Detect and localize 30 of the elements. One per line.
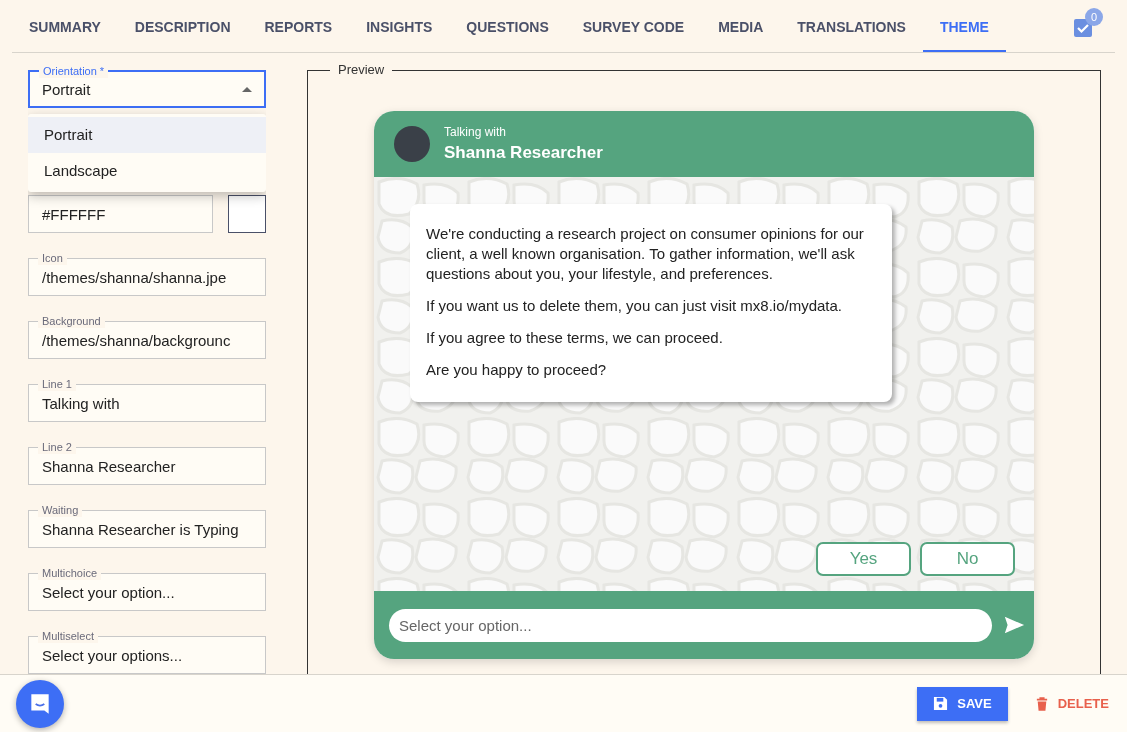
message-text: If you want us to delete them, you can just visit mx8.io/mydata. xyxy=(426,296,844,316)
count-badge: 0 xyxy=(1085,8,1103,26)
tab[interactable]: TRANSLATIONS xyxy=(780,4,923,52)
header-title: Shanna Researcher xyxy=(444,143,603,163)
header-subtitle: Talking with xyxy=(444,125,508,139)
checkbox-icon[interactable] xyxy=(1073,18,1093,38)
tab[interactable]: INSIGHTS xyxy=(349,4,450,52)
message-input[interactable]: Select your option... xyxy=(389,608,992,642)
menu-item[interactable]: Portrait xyxy=(28,117,266,153)
tab[interactable]: QUESTIONS xyxy=(449,4,566,52)
save-icon xyxy=(933,696,949,711)
chat-launcher-button[interactable] xyxy=(16,679,64,728)
menu-item[interactable]: Landscape xyxy=(28,153,266,189)
color-swatch[interactable] xyxy=(228,195,266,233)
trash-icon xyxy=(1035,696,1048,711)
message-text: If you agree to these terms, we can proceed. xyxy=(426,328,724,348)
tab[interactable]: THEME xyxy=(922,4,1006,52)
save-button[interactable]: SAVE xyxy=(917,686,1008,721)
tab[interactable]: MEDIA xyxy=(701,4,781,52)
tab[interactable]: REPORTS xyxy=(247,4,350,52)
tab[interactable]: SUMMARY xyxy=(12,4,118,52)
message-text: We're conducting a research project on consumer opinions for our client, a well known organisation. To gather information, we'll ask questions about you, your lifestyle, and preferences. xyxy=(426,224,865,284)
tab[interactable]: DESCRIPTION xyxy=(117,4,248,52)
send-icon[interactable] xyxy=(1002,614,1026,636)
avatar xyxy=(394,126,430,162)
caret-icon xyxy=(242,86,252,92)
message-text: Are you happy to proceed? xyxy=(426,360,608,380)
preview-legend: Preview xyxy=(330,62,393,77)
text-field[interactable]: #FFFFFF xyxy=(28,195,213,233)
tab[interactable]: SURVEY CODE xyxy=(565,4,702,52)
